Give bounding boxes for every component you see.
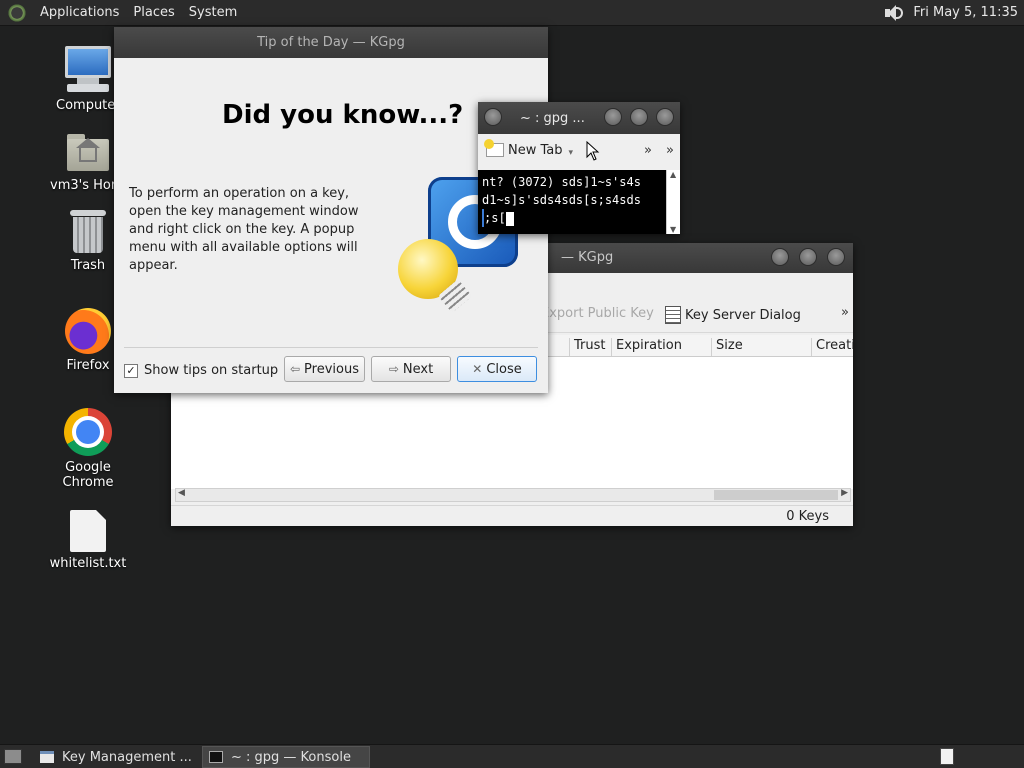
toolbar-overflow-button[interactable]: » bbox=[841, 305, 849, 320]
close-button[interactable] bbox=[656, 108, 674, 126]
chrome-icon bbox=[64, 408, 112, 456]
keep-above-button[interactable] bbox=[604, 108, 622, 126]
scroll-up-icon[interactable]: ▲ bbox=[670, 170, 676, 179]
previous-button[interactable]: ⇦ Previous bbox=[284, 356, 365, 382]
scroll-left-icon[interactable]: ◀ bbox=[178, 488, 185, 498]
checkbox-check-icon[interactable]: ✓ bbox=[124, 363, 138, 378]
key-server-dialog-label: Key Server Dialog bbox=[685, 307, 801, 323]
close-button[interactable]: ✕ Close bbox=[457, 356, 537, 382]
desktop-icon-whitelist[interactable]: whitelist.txt bbox=[38, 510, 138, 571]
close-label: Close bbox=[486, 361, 522, 377]
new-tab-icon bbox=[484, 139, 504, 157]
tip-titlebar[interactable]: Tip of the Day — KGpg bbox=[114, 27, 548, 58]
toolbar-overflow-button-2[interactable]: » bbox=[666, 143, 674, 158]
minimize-button[interactable] bbox=[630, 108, 648, 126]
column-creation[interactable]: Creation bbox=[811, 338, 853, 356]
next-button[interactable]: ⇨ Next bbox=[371, 356, 451, 382]
terminal-line: d1~s]s'sds4sds[s;s4sds bbox=[482, 193, 641, 207]
home-folder-icon bbox=[65, 132, 111, 174]
konsole-title: ~ : gpg ... bbox=[520, 111, 585, 126]
terminal-line: ;s[ bbox=[484, 211, 506, 225]
window-menu-button[interactable] bbox=[484, 108, 502, 126]
key-count: 0 Keys bbox=[786, 509, 829, 524]
menu-places[interactable]: Places bbox=[126, 5, 181, 20]
menu-system[interactable]: System bbox=[182, 5, 244, 20]
terminal-icon bbox=[209, 751, 223, 763]
dialog-title: Tip of the Day — KGpg bbox=[257, 35, 405, 50]
menu-applications[interactable]: Applications bbox=[33, 5, 126, 20]
trash-icon bbox=[70, 210, 106, 254]
window-icon bbox=[40, 751, 54, 763]
terminal-output[interactable]: nt? (3072) sds]1~s's4s d1~s]s'sds4sds[s;… bbox=[478, 170, 666, 234]
volume-icon[interactable] bbox=[883, 4, 904, 22]
column-expiration[interactable]: Expiration bbox=[611, 338, 682, 356]
konsole-titlebar[interactable]: ~ : gpg ... bbox=[478, 102, 680, 134]
show-tips-label: Show tips on startup bbox=[144, 363, 279, 378]
text-file-icon bbox=[70, 510, 106, 552]
previous-arrow-icon: ⇦ bbox=[289, 362, 301, 376]
bottom-panel: Key Management ... ~ : gpg — Konsole bbox=[0, 744, 1024, 768]
column-trust[interactable]: Trust bbox=[569, 338, 605, 356]
mint-logo-icon[interactable] bbox=[7, 2, 27, 23]
desktop-icon-label: whitelist.txt bbox=[49, 556, 127, 571]
top-panel: Applications Places System Fri May 5, 11… bbox=[0, 0, 1024, 26]
taskbar-item-key-management[interactable]: Key Management ... bbox=[34, 746, 198, 768]
new-tab-label: New Tab bbox=[508, 142, 563, 158]
show-tips-checkbox[interactable]: ✓ Show tips on startup bbox=[124, 363, 278, 378]
minimize-button[interactable] bbox=[771, 248, 789, 266]
key-server-dialog-button[interactable]: Key Server Dialog bbox=[665, 306, 801, 324]
taskbar-item-konsole[interactable]: ~ : gpg — Konsole bbox=[202, 746, 370, 768]
scroll-right-icon[interactable]: ▶ bbox=[841, 488, 848, 498]
firefox-icon bbox=[65, 308, 111, 354]
terminal-line: nt? (3072) sds]1~s's4s bbox=[482, 175, 641, 189]
close-button[interactable] bbox=[827, 248, 845, 266]
taskbar-label: Key Management ... bbox=[62, 749, 192, 765]
toolbar-overflow-button[interactable]: » bbox=[644, 143, 652, 158]
divider bbox=[124, 347, 538, 348]
window-title: — KGpg bbox=[561, 250, 614, 265]
previous-label: Previous bbox=[304, 361, 359, 377]
next-label: Next bbox=[402, 361, 434, 377]
tip-heading: Did you know...? bbox=[222, 100, 464, 130]
taskbar-label: ~ : gpg — Konsole bbox=[231, 749, 351, 765]
computer-icon bbox=[63, 46, 113, 94]
show-desktop-icon[interactable] bbox=[4, 749, 22, 764]
maximize-button[interactable] bbox=[799, 248, 817, 266]
tip-text: To perform an operation on a key, open t… bbox=[129, 186, 359, 273]
konsole-tabbar: New Tab ▾ » » bbox=[478, 134, 680, 170]
clipboard-icon[interactable] bbox=[940, 748, 954, 765]
desktop-icon-label: Google Chrome bbox=[62, 460, 114, 490]
vertical-scrollbar[interactable]: ▲ ▼ bbox=[666, 170, 680, 234]
horizontal-scrollbar[interactable]: ◀ ▶ bbox=[175, 488, 851, 502]
scrollbar-thumb[interactable] bbox=[714, 490, 838, 500]
keyserver-icon bbox=[665, 306, 681, 324]
scroll-down-icon[interactable]: ▼ bbox=[670, 225, 676, 234]
text-cursor bbox=[505, 211, 514, 226]
clock[interactable]: Fri May 5, 11:35 bbox=[913, 5, 1018, 20]
close-x-icon: ✕ bbox=[472, 362, 483, 376]
konsole-window[interactable]: ~ : gpg ... New Tab ▾ » » nt? (3072) sds… bbox=[478, 102, 680, 234]
chevron-down-icon[interactable]: ▾ bbox=[569, 148, 574, 158]
column-size[interactable]: Size bbox=[711, 338, 743, 356]
tip-footer: ✓ Show tips on startup ⇦ Previous ⇨ Next… bbox=[114, 353, 548, 389]
new-tab-button[interactable]: New Tab ▾ bbox=[484, 139, 574, 158]
next-arrow-icon: ⇨ bbox=[388, 362, 399, 376]
status-bar: 0 Keys bbox=[171, 505, 853, 526]
export-public-key-button[interactable]: Export Public Key bbox=[541, 306, 654, 321]
desktop-icon-chrome[interactable]: Google Chrome bbox=[38, 408, 138, 490]
